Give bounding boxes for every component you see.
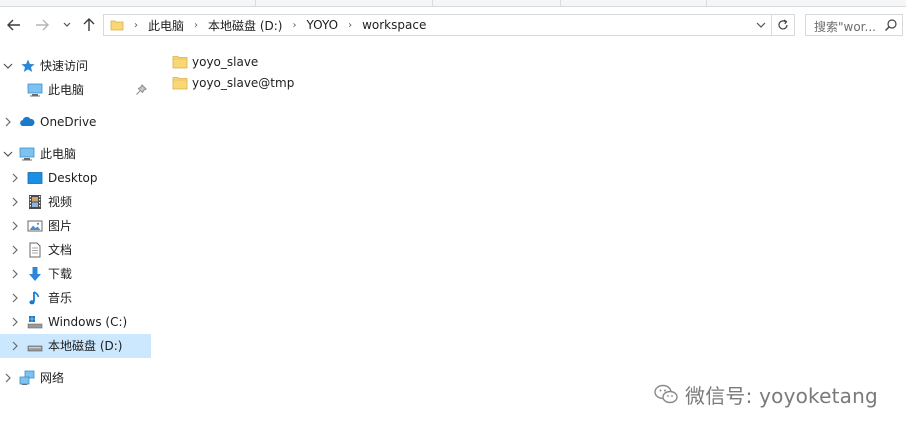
tree-label: Windows (C:) bbox=[48, 315, 128, 329]
tree-item-drive-d[interactable]: 本地磁盘 (D:) bbox=[0, 334, 151, 358]
tree-label: 音乐 bbox=[48, 291, 73, 305]
chevron-right-icon[interactable] bbox=[9, 172, 21, 184]
ribbon-tabs-strip bbox=[0, 0, 906, 7]
search-input[interactable]: 搜索"wor... bbox=[814, 18, 876, 35]
folder-icon bbox=[110, 20, 124, 31]
music-note-icon bbox=[29, 291, 40, 305]
arrow-up-icon bbox=[83, 18, 95, 31]
search-icon bbox=[885, 19, 897, 31]
tree-label: 此电脑 bbox=[48, 83, 85, 97]
chevron-down-icon[interactable] bbox=[2, 148, 14, 160]
refresh-icon bbox=[778, 19, 788, 30]
tree-item-this-pc-pinned[interactable]: 此电脑 bbox=[0, 78, 151, 102]
ribbon-separator bbox=[432, 0, 433, 6]
tree-label: 文档 bbox=[48, 243, 73, 257]
tree-item-this-pc[interactable]: 此电脑 bbox=[0, 142, 151, 166]
address-history-dropdown[interactable] bbox=[752, 15, 770, 35]
back-button[interactable] bbox=[5, 16, 23, 34]
chevron-right-icon[interactable] bbox=[2, 372, 14, 384]
desktop-icon bbox=[27, 172, 43, 184]
tree-item-onedrive[interactable]: OneDrive bbox=[0, 110, 151, 134]
chevron-down-icon[interactable] bbox=[2, 60, 14, 72]
tree-item-downloads[interactable]: 下载 bbox=[0, 262, 151, 286]
film-icon bbox=[29, 195, 41, 209]
download-arrow-icon bbox=[29, 267, 41, 281]
recent-locations-button[interactable] bbox=[58, 16, 76, 34]
tree-item-music[interactable]: 音乐 bbox=[0, 286, 151, 310]
tree-label: 快速访问 bbox=[40, 59, 89, 73]
tree-item-videos[interactable]: 视频 bbox=[0, 190, 151, 214]
ribbon-separator bbox=[560, 0, 561, 6]
breadcrumb-workspace[interactable]: workspace bbox=[356, 18, 432, 32]
tree-label: 图片 bbox=[48, 219, 73, 233]
arrow-right-icon bbox=[36, 19, 49, 31]
tree-label: 本地磁盘 (D:) bbox=[48, 339, 123, 353]
file-name: yoyo_slave bbox=[192, 55, 259, 69]
ribbon-separator bbox=[255, 0, 256, 6]
breadcrumb-chevron-icon[interactable]: › bbox=[288, 20, 300, 31]
tree-label: 视频 bbox=[48, 195, 73, 209]
navigation-pane: 快速访问 此电脑 OneDrive 此电脑 Desktop 视频 图片 文档 下… bbox=[0, 52, 153, 435]
list-item[interactable]: yoyo_slave bbox=[172, 52, 258, 72]
picture-icon bbox=[27, 220, 43, 232]
chevron-right-icon[interactable] bbox=[9, 316, 21, 328]
chevron-right-icon[interactable] bbox=[9, 340, 21, 352]
chevron-right-icon[interactable] bbox=[9, 244, 21, 256]
arrow-left-icon bbox=[7, 19, 20, 31]
tree-item-drive-c[interactable]: Windows (C:) bbox=[0, 310, 151, 334]
ribbon-separator bbox=[706, 0, 707, 6]
breadcrumb: › 此电脑 › 本地磁盘 (D:) › YOYO › workspace bbox=[130, 15, 432, 35]
chevron-right-icon[interactable] bbox=[2, 116, 14, 128]
file-name: yoyo_slave@tmp bbox=[192, 76, 295, 90]
cloud-icon bbox=[20, 116, 35, 126]
forward-button[interactable] bbox=[33, 16, 51, 34]
tree-item-network[interactable]: 网络 bbox=[0, 366, 151, 390]
breadcrumb-chevron-icon[interactable]: › bbox=[344, 20, 356, 31]
search-box[interactable]: 搜索"wor... bbox=[805, 14, 903, 36]
breadcrumb-chevron-icon[interactable]: › bbox=[130, 20, 142, 31]
refresh-button[interactable] bbox=[771, 15, 794, 35]
tree-item-pictures[interactable]: 图片 bbox=[0, 214, 151, 238]
folder-icon bbox=[172, 77, 188, 90]
network-icon bbox=[19, 370, 35, 385]
chevron-down-icon bbox=[756, 22, 766, 28]
chevron-right-icon[interactable] bbox=[9, 220, 21, 232]
chevron-right-icon[interactable] bbox=[9, 292, 21, 304]
breadcrumb-chevron-icon[interactable]: › bbox=[190, 20, 202, 31]
up-button[interactable] bbox=[80, 16, 98, 34]
wechat-logo-icon bbox=[654, 384, 678, 404]
pin-icon bbox=[136, 84, 147, 95]
watermark: 微信号: yoyoketang bbox=[653, 378, 878, 410]
navigation-bar: › 此电脑 › 本地磁盘 (D:) › YOYO › workspace 搜索"… bbox=[0, 7, 906, 43]
list-item[interactable]: yoyo_slave@tmp bbox=[172, 73, 294, 93]
star-icon bbox=[21, 59, 35, 72]
tree-label: OneDrive bbox=[40, 115, 97, 129]
tree-label: 此电脑 bbox=[40, 147, 77, 161]
document-icon bbox=[29, 242, 41, 258]
chevron-down-icon bbox=[63, 22, 71, 27]
folder-icon bbox=[172, 56, 188, 69]
tree-item-documents[interactable]: 文档 bbox=[0, 238, 151, 262]
breadcrumb-drive-d[interactable]: 本地磁盘 (D:) bbox=[202, 17, 288, 34]
watermark-text: 微信号: yoyoketang bbox=[685, 383, 878, 408]
tree-label: 下载 bbox=[48, 267, 73, 281]
chevron-right-icon[interactable] bbox=[9, 196, 21, 208]
computer-icon bbox=[19, 147, 35, 161]
tree-item-desktop[interactable]: Desktop bbox=[0, 166, 151, 190]
tree-item-quick-access[interactable]: 快速访问 bbox=[0, 54, 151, 78]
breadcrumb-this-pc[interactable]: 此电脑 bbox=[142, 17, 190, 34]
windows-drive-icon bbox=[27, 316, 43, 329]
address-bar[interactable]: › 此电脑 › 本地磁盘 (D:) › YOYO › workspace bbox=[103, 14, 795, 36]
tree-label: Desktop bbox=[48, 171, 98, 185]
chevron-right-icon[interactable] bbox=[9, 268, 21, 280]
breadcrumb-yoyo[interactable]: YOYO bbox=[300, 18, 344, 32]
tree-label: 网络 bbox=[40, 371, 65, 385]
drive-icon bbox=[27, 345, 43, 352]
computer-icon bbox=[27, 83, 43, 97]
